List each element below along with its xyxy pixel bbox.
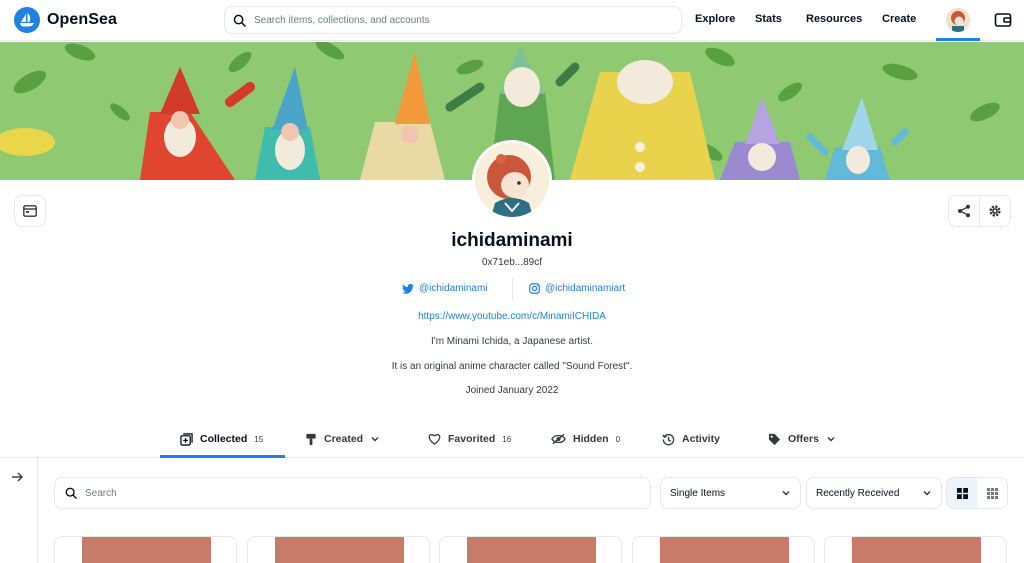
tab-offers-label: Offers: [788, 433, 819, 445]
website-link[interactable]: https://www.youtube.com/c/MinamiICHIDA: [0, 311, 1024, 322]
account-active-indicator: [936, 38, 980, 41]
social-links: @ichidaminami @ichidaminamiart: [0, 278, 1024, 300]
opensea-logo-icon: [14, 7, 40, 33]
item-type-value: Single Items: [670, 487, 726, 499]
nft-card-image: [82, 537, 211, 563]
heart-icon: [428, 434, 441, 445]
items-search-input[interactable]: [85, 487, 625, 499]
chevron-down-icon: [782, 490, 790, 496]
global-search[interactable]: [224, 6, 682, 34]
nav-stats[interactable]: Stats: [755, 13, 782, 25]
nft-card[interactable]: [247, 536, 430, 563]
profile-username: ichidaminami: [451, 230, 573, 251]
joined-date: Joined January 2022: [465, 385, 559, 396]
twitter-link[interactable]: @ichidaminami: [402, 283, 488, 294]
tab-favorited-count: 16: [502, 434, 512, 444]
settings-button[interactable]: [979, 195, 1011, 227]
tab-favorited-label: Favorited: [448, 433, 496, 445]
small-grid-icon: [986, 487, 998, 499]
arrow-right-icon: [12, 472, 23, 482]
brand-name: OpenSea: [47, 11, 118, 28]
top-navbar: OpenSea Explore Stats Resources Create: [0, 0, 1024, 41]
global-search-input[interactable]: [254, 14, 654, 26]
instagram-handle: @ichidaminamiart: [545, 283, 626, 294]
banner-edit-button[interactable]: [14, 195, 46, 227]
tab-activity-label: Activity: [682, 433, 720, 445]
opensea-logo[interactable]: OpenSea: [14, 7, 117, 33]
wallet-icon[interactable]: [994, 11, 1012, 29]
tab-collected-count: 15: [254, 434, 264, 444]
search-icon: [65, 487, 77, 499]
twitter-icon: [402, 283, 414, 294]
tag-icon: [768, 433, 781, 445]
nav-explore[interactable]: Explore: [695, 13, 735, 25]
nft-card[interactable]: [439, 536, 622, 563]
small-grid-button[interactable]: [977, 478, 1007, 508]
tab-favorited[interactable]: Favorited 16: [428, 422, 511, 456]
account-avatar-button[interactable]: [946, 8, 970, 32]
bio-line: It is an original anime character called…: [391, 361, 633, 372]
nav-create[interactable]: Create: [882, 13, 916, 25]
twitter-handle: @ichidaminami: [419, 283, 488, 294]
filter-sidebar-collapsed: [0, 458, 38, 563]
tab-collected-label: Collected: [200, 433, 248, 445]
tab-collected[interactable]: Collected 15: [180, 422, 263, 456]
sort-value: Recently Received: [816, 487, 900, 499]
nft-card[interactable]: [632, 536, 815, 563]
sort-select[interactable]: Recently Received: [806, 477, 942, 509]
nft-card-image: [275, 537, 404, 563]
share-button[interactable]: [948, 195, 980, 227]
nft-card-image: [660, 537, 789, 563]
chevron-down-icon: [827, 436, 835, 442]
share-icon: [958, 204, 970, 218]
eye-off-icon: [551, 433, 566, 445]
active-tab-indicator: [160, 455, 285, 458]
large-grid-button[interactable]: [947, 478, 977, 508]
profile-avatar: [472, 140, 552, 220]
tab-hidden-count: 0: [615, 434, 621, 444]
history-icon: [662, 433, 675, 445]
brush-icon: [306, 433, 316, 445]
instagram-icon: [529, 283, 540, 294]
tab-offers[interactable]: Offers: [768, 422, 836, 456]
nft-card[interactable]: [824, 536, 1007, 563]
browser-window-icon: [23, 205, 37, 217]
chevron-down-icon: [371, 436, 379, 442]
tab-created[interactable]: Created: [305, 422, 380, 456]
tab-created-label: Created: [324, 433, 364, 445]
profile-tabs: Collected 15 Created Favorited 16 Hidden…: [0, 422, 1024, 458]
nft-card-image: [467, 537, 596, 563]
tab-hidden[interactable]: Hidden 0: [551, 422, 620, 456]
nft-card-image: [852, 537, 981, 563]
gear-icon: [989, 205, 1001, 217]
large-grid-icon: [956, 487, 968, 499]
expand-filters-button[interactable]: [10, 470, 26, 486]
bio-line: I'm Minami Ichida, a Japanese artist.: [431, 336, 593, 347]
wallet-address[interactable]: 0x71eb...89cf: [0, 257, 1024, 268]
instagram-link[interactable]: @ichidaminamiart: [529, 283, 625, 294]
collected-icon: [180, 432, 193, 446]
nft-card[interactable]: [54, 536, 237, 563]
search-icon: [233, 14, 246, 27]
tab-activity[interactable]: Activity: [662, 422, 720, 456]
view-mode-toggle: [946, 477, 1008, 509]
chevron-down-icon: [923, 490, 931, 496]
items-search[interactable]: [54, 477, 651, 509]
social-divider: [512, 278, 513, 300]
item-type-select[interactable]: Single Items: [660, 477, 801, 509]
tab-hidden-label: Hidden: [573, 433, 609, 445]
nav-resources[interactable]: Resources: [806, 13, 862, 25]
